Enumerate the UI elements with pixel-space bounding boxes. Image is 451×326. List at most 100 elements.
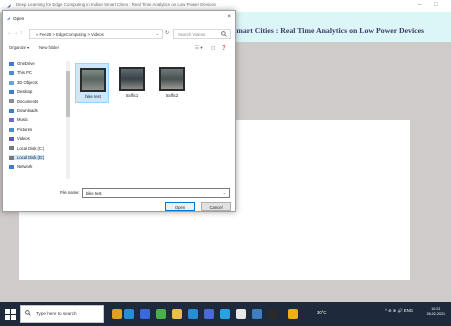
nav-item[interactable]: This PC [9, 70, 32, 75]
close-button[interactable]: × [227, 14, 231, 20]
photos-icon[interactable] [188, 309, 198, 319]
file-name: traffic2 [165, 93, 179, 98]
back-arrow-icon[interactable]: ← [7, 30, 12, 36]
nav-item-label: Downloads [17, 108, 38, 113]
folder-icon [9, 127, 14, 132]
nav-item-label: This PC [17, 70, 32, 76]
taskbar-search[interactable]: Type here to search [20, 305, 104, 323]
nav-item[interactable]: 3D Objects [9, 80, 38, 85]
nav-item-label: Local Disk (D:) [17, 155, 45, 160]
video-thumbnail [80, 68, 106, 92]
help-icon[interactable]: ❓ [221, 45, 227, 51]
view-options-icon[interactable]: ☷ ▾ [195, 45, 203, 51]
preview-pane-icon[interactable]: ▢ [211, 45, 215, 51]
nav-item[interactable]: Documents [9, 99, 38, 104]
nav-item-label: Pictures [17, 126, 33, 132]
folder-icon [9, 108, 14, 113]
nav-item-label: OneDrive [17, 61, 35, 66]
nav-item[interactable]: Videos [9, 136, 30, 141]
app-icon-d[interactable] [268, 309, 278, 319]
dialog-title: Open [13, 16, 25, 21]
filename-value: bike test [86, 191, 102, 196]
feather-icon [7, 4, 11, 8]
task-view-icon[interactable] [112, 309, 122, 319]
taskbar: Type here to search 30°C ^ ⊕ ⊕ 🔊 ENG 10:… [0, 302, 451, 326]
minimize-button[interactable]: – [418, 2, 421, 8]
folder-icon [9, 71, 14, 76]
file-item[interactable]: traffic2 [155, 63, 189, 103]
navigation-pane: OneDrive This PC 3D Objects Desktop Document… [3, 57, 71, 181]
file-item[interactable]: bike test [75, 63, 109, 103]
nav-item-label: Local Disk (C:) [17, 145, 45, 151]
video-thumbnail [119, 67, 145, 91]
edge-icon[interactable] [124, 309, 134, 319]
up-arrow-icon[interactable]: ↑ [20, 30, 23, 36]
folder-icon [9, 118, 14, 123]
nav-scrollbar[interactable] [66, 61, 70, 179]
feather-icon [6, 16, 11, 21]
nav-item[interactable]: Downloads [9, 108, 38, 113]
clock-date: 28-02-2021 [426, 312, 445, 316]
forward-arrow-icon[interactable]: → [13, 30, 18, 36]
folder-icon [9, 155, 14, 160]
folder-icon [9, 80, 14, 85]
nav-item-label: Videos [17, 136, 30, 142]
nav-item[interactable]: Local Disk (D:) [9, 155, 45, 160]
new-folder-button[interactable]: New folder [39, 45, 59, 50]
nav-item-label: 3D Objects [17, 79, 38, 85]
folder-icon [9, 165, 14, 170]
chevron-down-icon[interactable]: ⌄ [223, 190, 226, 195]
dialog-toolbar: Organize ▾ New folder ☷ ▾ ▢ ❓ [3, 44, 235, 54]
file-name: bike test [85, 94, 101, 99]
nav-item-label: Music [17, 117, 28, 123]
navigation-bar: ← → ↑ « Fee25 > EdgeComputing > Videos ⌄… [3, 29, 235, 41]
folder-icon [9, 61, 14, 66]
address-bar[interactable]: « Fee25 > EdgeComputing > Videos ⌄ [29, 29, 163, 39]
address-path: « Fee25 > EdgeComputing > Videos [36, 32, 104, 37]
clock[interactable]: 10:23 28-02-2021 [427, 307, 445, 317]
app-icon-c[interactable] [252, 309, 262, 319]
folder-icon [9, 99, 14, 104]
open-button[interactable]: Open [165, 202, 195, 211]
system-tray[interactable]: ^ ⊕ ⊕ 🔊 ENG [385, 308, 413, 314]
search-videos-box[interactable]: Search Videos [173, 29, 231, 39]
nav-item[interactable]: Desktop [9, 89, 32, 94]
app-title: Deep Learning for Edge Computing in Indi… [16, 2, 216, 7]
app-icon-e[interactable] [288, 309, 298, 319]
nav-item[interactable]: Music [9, 117, 28, 122]
nav-item[interactable]: Pictures [9, 127, 32, 132]
chrome-icon[interactable] [156, 309, 166, 319]
open-file-dialog: Open × ← → ↑ « Fee25 > EdgeComputing > V… [2, 10, 236, 212]
refresh-icon[interactable]: ↻ [165, 30, 169, 36]
nav-scrollbar-thumb[interactable] [66, 71, 70, 117]
folder-icon [9, 146, 14, 151]
file-name: traffic1 [125, 93, 139, 98]
file-item[interactable]: traffic1 [115, 63, 149, 103]
app-heading: Smart Cities : Real Time Analytics on Lo… [232, 26, 425, 35]
folder-icon [9, 90, 14, 95]
search-icon [25, 310, 31, 316]
filename-label: File name: [60, 190, 80, 195]
filename-row: File name: bike test ⌄ [3, 188, 235, 200]
store-icon[interactable] [140, 309, 150, 319]
file-list: bike test traffic1 traffic2 [73, 61, 233, 181]
taskbar-search-placeholder: Type here to search [36, 311, 77, 316]
chevron-down-icon[interactable]: ⌄ [156, 31, 159, 36]
organize-menu[interactable]: Organize ▾ [9, 45, 29, 50]
weather-text[interactable]: 30°C [317, 310, 326, 315]
cancel-button[interactable]: Cancel [201, 202, 231, 211]
app-icon-a[interactable] [220, 309, 230, 319]
maximize-button[interactable]: □ [434, 2, 438, 8]
nav-item-label: Documents [17, 98, 39, 104]
nav-item-label: Network [17, 164, 33, 170]
nav-item[interactable]: OneDrive [9, 61, 35, 66]
settings-icon[interactable] [204, 309, 214, 319]
nav-item[interactable]: Local Disk (C:) [9, 146, 44, 151]
nav-item[interactable]: Network [9, 164, 32, 169]
nav-item-label: Desktop [17, 89, 33, 95]
explorer-icon[interactable] [172, 309, 182, 319]
windows-start-icon[interactable] [5, 309, 16, 320]
app-icon-b[interactable] [236, 309, 246, 319]
folder-icon [9, 137, 14, 142]
filename-input[interactable]: bike test ⌄ [82, 188, 230, 198]
